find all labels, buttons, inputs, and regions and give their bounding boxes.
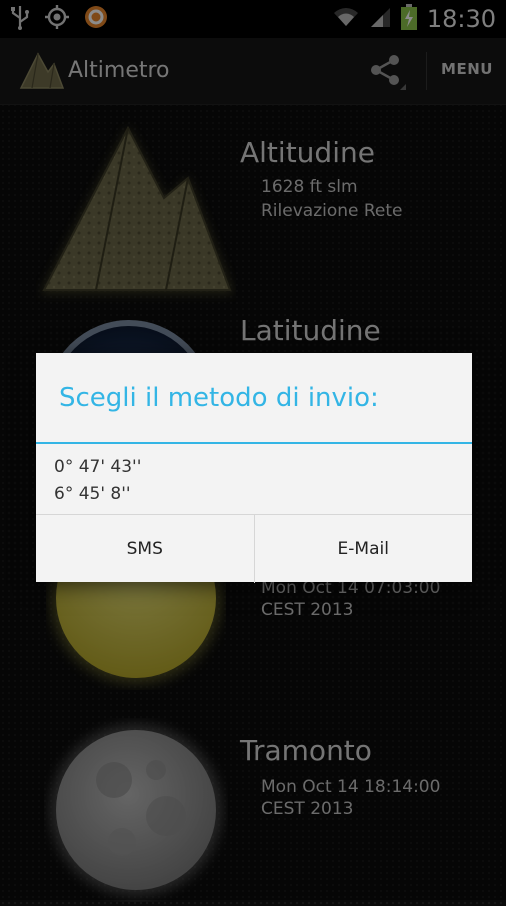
send-method-dialog: Scegli il metodo di invio: 0° 47' 43'' 6… [36,353,472,583]
email-button[interactable]: E-Mail [253,515,473,583]
dialog-message-line: 6° 45' 8'' [54,484,131,504]
dialog-title-divider [36,442,472,444]
dialog-message-line: 0° 47' 43'' [54,457,142,477]
sms-button[interactable]: SMS [36,515,254,583]
dialog-button-bar: SMS E-Mail [36,514,472,583]
dialog-title: Scegli il metodo di invio: [59,383,379,413]
